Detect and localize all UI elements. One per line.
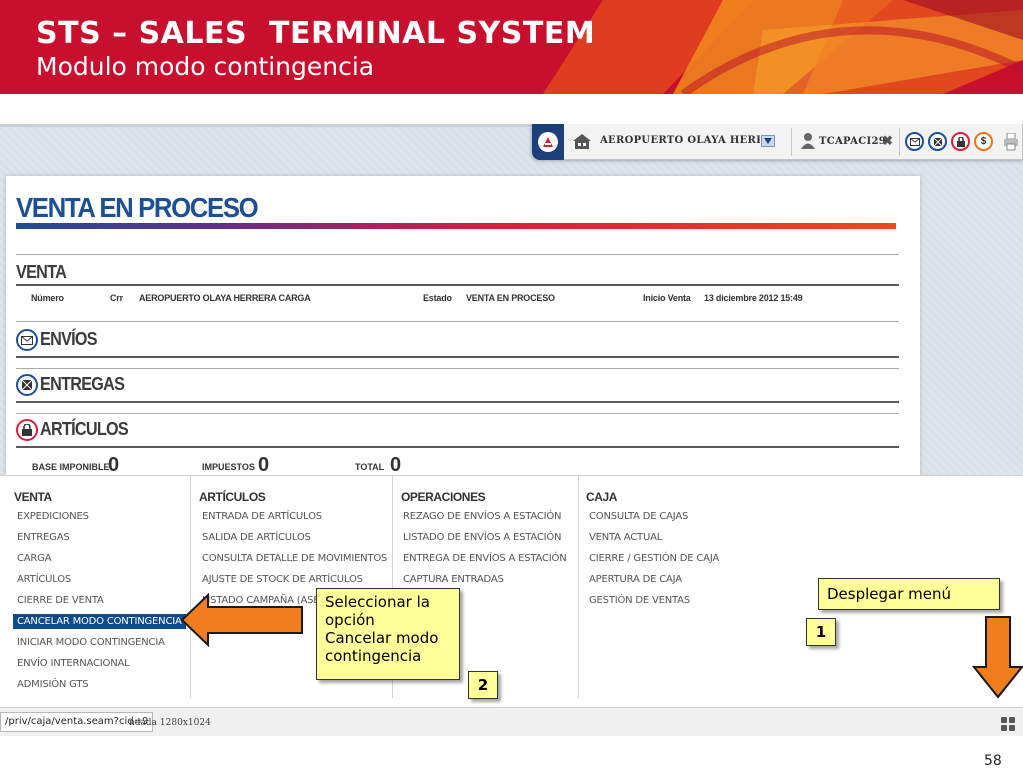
- menu-item-expediciones[interactable]: EXPEDICIONES: [17, 511, 89, 522]
- menu-item-cierre-gestion-caja[interactable]: CIERRE / GESTIÓN DE CAJA: [589, 553, 719, 564]
- app-logo-button[interactable]: [532, 124, 564, 160]
- estado-value: VENTA EN PROCESO: [466, 293, 555, 303]
- user-name: TCAPACI29: [819, 136, 886, 147]
- top-toolbar: AEROPUERTO OLAYA HERRERA TCAPACI29 ✖ $: [531, 124, 1023, 160]
- venta-panel: VENTA EN PROCESO VENTA Número Crr AEROPU…: [6, 176, 920, 476]
- menu-item-consulta-de-cajas[interactable]: CONSULTA DE CAJAS: [589, 511, 688, 522]
- user-icon: [801, 133, 815, 149]
- left-arrow-annotation: [180, 593, 303, 647]
- menu-item-salida-de-articulos[interactable]: SALIDA DE ARTÍCULOS: [202, 532, 311, 543]
- location-selector-value[interactable]: AEROPUERTO OLAYA HERRERA: [600, 135, 760, 146]
- menu-item-entrega-envios[interactable]: ENTREGA DE ENVÍOS A ESTACIÓN: [403, 553, 567, 564]
- menu-item-envio-internacional[interactable]: ENVÍO INTERNACIONAL: [17, 658, 130, 669]
- envelope-icon[interactable]: [905, 132, 924, 151]
- entregas-icon: [16, 374, 38, 396]
- toolbar-divider: [791, 128, 792, 156]
- toolbar-divider: [899, 128, 900, 156]
- menu-item-listado-envios[interactable]: LISTADO DE ENVÍOS A ESTACIÓN: [403, 532, 562, 543]
- menu-item-cierre-de-venta[interactable]: CIERRE DE VENTA: [17, 595, 104, 606]
- menu-item-gestion-de-ventas[interactable]: GESTIÓN DE VENTAS: [589, 595, 690, 606]
- menu-heading-caja: CAJA: [586, 490, 618, 504]
- menu-heading-operaciones: OPERACIONES: [401, 490, 486, 504]
- callout-desplegar-menu: Desplegar menú: [818, 578, 1000, 610]
- title-underline: [16, 223, 896, 229]
- menu-item-iniciar-modo-contingencia[interactable]: INICIAR MODO CONTINGENCIA: [17, 637, 165, 648]
- menu-item-captura-entradas[interactable]: CAPTURA ENTRADAS: [403, 574, 504, 585]
- menu-item-admision-gts[interactable]: ADMISIÓN GTS: [17, 679, 89, 690]
- menu-heading-articulos: ARTÍCULOS: [199, 490, 266, 504]
- menu-item-entregas[interactable]: ENTREGAS: [17, 532, 70, 543]
- total-label: TOTAL: [355, 462, 385, 472]
- panel-title: VENTA EN PROCESO: [16, 192, 259, 223]
- articulos-icon: [16, 419, 38, 441]
- entregas-section-heading[interactable]: ENTREGAS: [40, 374, 125, 395]
- menu-column-venta: VENTA EXPEDICIONES ENTREGAS CARGA ARTÍCU…: [0, 476, 191, 698]
- lock-icon[interactable]: [951, 132, 970, 151]
- base-imponible-value: 0: [108, 454, 120, 476]
- step-number-2: 2: [468, 671, 498, 699]
- slide-title: STS – SALES TERMINAL SYSTEM: [36, 16, 596, 51]
- menu-heading-venta: VENTA: [14, 490, 52, 504]
- numero-label: Número: [31, 293, 64, 303]
- slide-subtitle: Modulo modo contingencia: [36, 52, 375, 81]
- slide-header: STS – SALES TERMINAL SYSTEM Modulo modo …: [0, 0, 1023, 94]
- status-resolution-text: ndada 1280x1024: [129, 718, 211, 728]
- menu-column-caja: CAJA CONSULTA DE CAJAS VENTA ACTUAL CIER…: [579, 476, 779, 698]
- venta-section-heading: VENTA: [16, 262, 67, 282]
- menu-item-consulta-detalle-movimientos[interactable]: CONSULTA DETALLE DE MOVIMIENTOS: [202, 553, 387, 564]
- app-screen: AEROPUERTO OLAYA HERRERA TCAPACI29 ✖ $ V…: [0, 124, 1023, 736]
- menu-item-apertura-de-caja[interactable]: APERTURA DE CAJA: [589, 574, 682, 585]
- printer-icon[interactable]: [1004, 133, 1018, 151]
- envios-section-heading[interactable]: ENVÍOS: [40, 329, 98, 350]
- home-icon[interactable]: [572, 133, 592, 150]
- menu-item-venta-actual[interactable]: VENTA ACTUAL: [589, 532, 662, 543]
- dollar-icon[interactable]: $: [974, 132, 993, 151]
- total-value: 0: [390, 454, 402, 476]
- crr-value: AEROPUERTO OLAYA HERRERA CARGA: [139, 293, 311, 303]
- menu-item-entrada-de-articulos[interactable]: ENTRADA DE ARTÍCULOS: [202, 511, 322, 522]
- menu-item-carga[interactable]: CARGA: [17, 553, 52, 564]
- base-imponible-label: BASE IMPONIBLE: [32, 462, 110, 472]
- browser-status-bar: /priv/caja/venta.seam?cid=9 ndada 1280x1…: [0, 707, 1023, 736]
- menu-item-rezago-envios[interactable]: REZAGO DE ENVÍOS A ESTACIÓN: [403, 511, 562, 522]
- menu-item-ajuste-de-stock[interactable]: AJUSTE DE STOCK DE ARTÍCULOS: [202, 574, 363, 585]
- down-arrow-annotation: [972, 616, 1023, 699]
- close-icon[interactable]: ✖: [882, 133, 893, 149]
- estado-label: Estado: [423, 293, 452, 303]
- page-number: 58: [984, 753, 1002, 769]
- inicio-venta-label: Inicio Venta: [643, 293, 691, 303]
- callout-seleccionar-opcion: Seleccionar la opción Cancelar modo cont…: [316, 588, 460, 680]
- dropdown-arrow-icon[interactable]: [761, 135, 775, 147]
- envios-icon: [16, 329, 38, 351]
- articulos-section-heading[interactable]: ARTÍCULOS: [40, 419, 129, 440]
- app-logo-icon: [538, 132, 558, 152]
- impuestos-value: 0: [258, 454, 270, 476]
- menu-item-cancelar-modo-contingencia[interactable]: CANCELAR MODO CONTINGENCIA: [13, 614, 186, 629]
- crr-label: Crr: [110, 293, 123, 303]
- step-number-1: 1: [806, 618, 836, 646]
- menu-toggle-icon[interactable]: [1001, 717, 1015, 731]
- impuestos-label: IMPUESTOS: [202, 462, 255, 472]
- menu-item-articulos[interactable]: ARTÍCULOS: [17, 574, 71, 585]
- package-icon[interactable]: [928, 132, 947, 151]
- inicio-venta-value: 13 diciembre 2012 15:49: [704, 293, 803, 303]
